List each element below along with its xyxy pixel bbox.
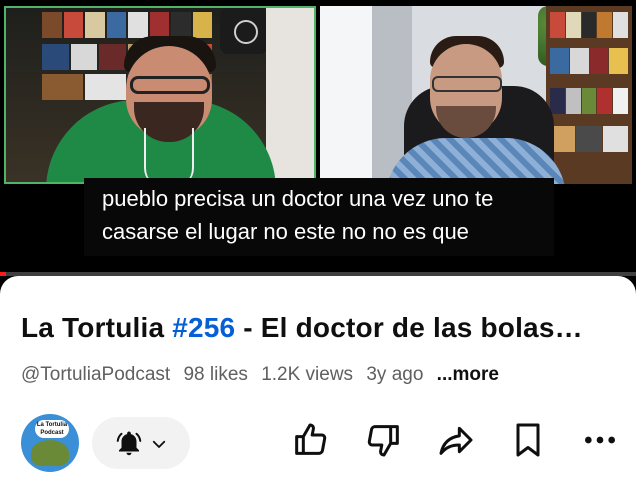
speaker-tile-left <box>4 6 316 184</box>
speaker-tile-right <box>320 6 632 184</box>
chevron-down-icon <box>152 440 166 448</box>
notification-bell-button[interactable] <box>92 417 190 469</box>
share-icon[interactable] <box>436 420 476 460</box>
title-hashtag[interactable]: #256 <box>172 312 235 343</box>
avatar-logo-text: La Tortulia Podcast <box>35 420 69 438</box>
video-player[interactable]: pueblo precisa un doctor una vez uno te … <box>0 0 636 278</box>
upload-age: 3y ago <box>366 364 424 385</box>
progress-fill <box>0 272 7 276</box>
video-details-panel: La Tortulia #256 - El doctor de las bola… <box>0 276 636 500</box>
likes-count: 98 likes <box>183 364 248 385</box>
thumbs-down-icon[interactable] <box>364 420 404 460</box>
bell-icon <box>116 431 142 456</box>
video-title[interactable]: La Tortulia #256 - El doctor de las bola… <box>21 312 621 344</box>
caption-line-1: pueblo precisa un doctor una vez uno te <box>102 186 494 211</box>
channel-avatar[interactable]: La Tortulia Podcast <box>21 414 79 472</box>
caption-line-2: casarse el lugar no este no no es que <box>102 219 469 244</box>
thumbs-up-icon[interactable] <box>290 420 330 460</box>
wall-emblem <box>220 8 268 54</box>
subtitle-caption: pueblo precisa un doctor una vez uno te … <box>84 178 554 256</box>
save-icon[interactable] <box>508 420 548 460</box>
title-prefix: La Tortulia <box>21 312 173 343</box>
more-link[interactable]: ...more <box>437 364 499 385</box>
more-icon[interactable] <box>580 420 620 460</box>
turtle-icon <box>31 440 69 466</box>
action-bar: La Tortulia Podcast <box>0 414 636 478</box>
video-metadata[interactable]: @TortuliaPodcast 98 likes 1.2K views 3y … <box>21 364 507 386</box>
title-rest: - El doctor de las bolas… <box>235 312 583 343</box>
views-count: 1.2K views <box>261 364 354 385</box>
channel-handle[interactable]: @TortuliaPodcast <box>21 364 170 385</box>
